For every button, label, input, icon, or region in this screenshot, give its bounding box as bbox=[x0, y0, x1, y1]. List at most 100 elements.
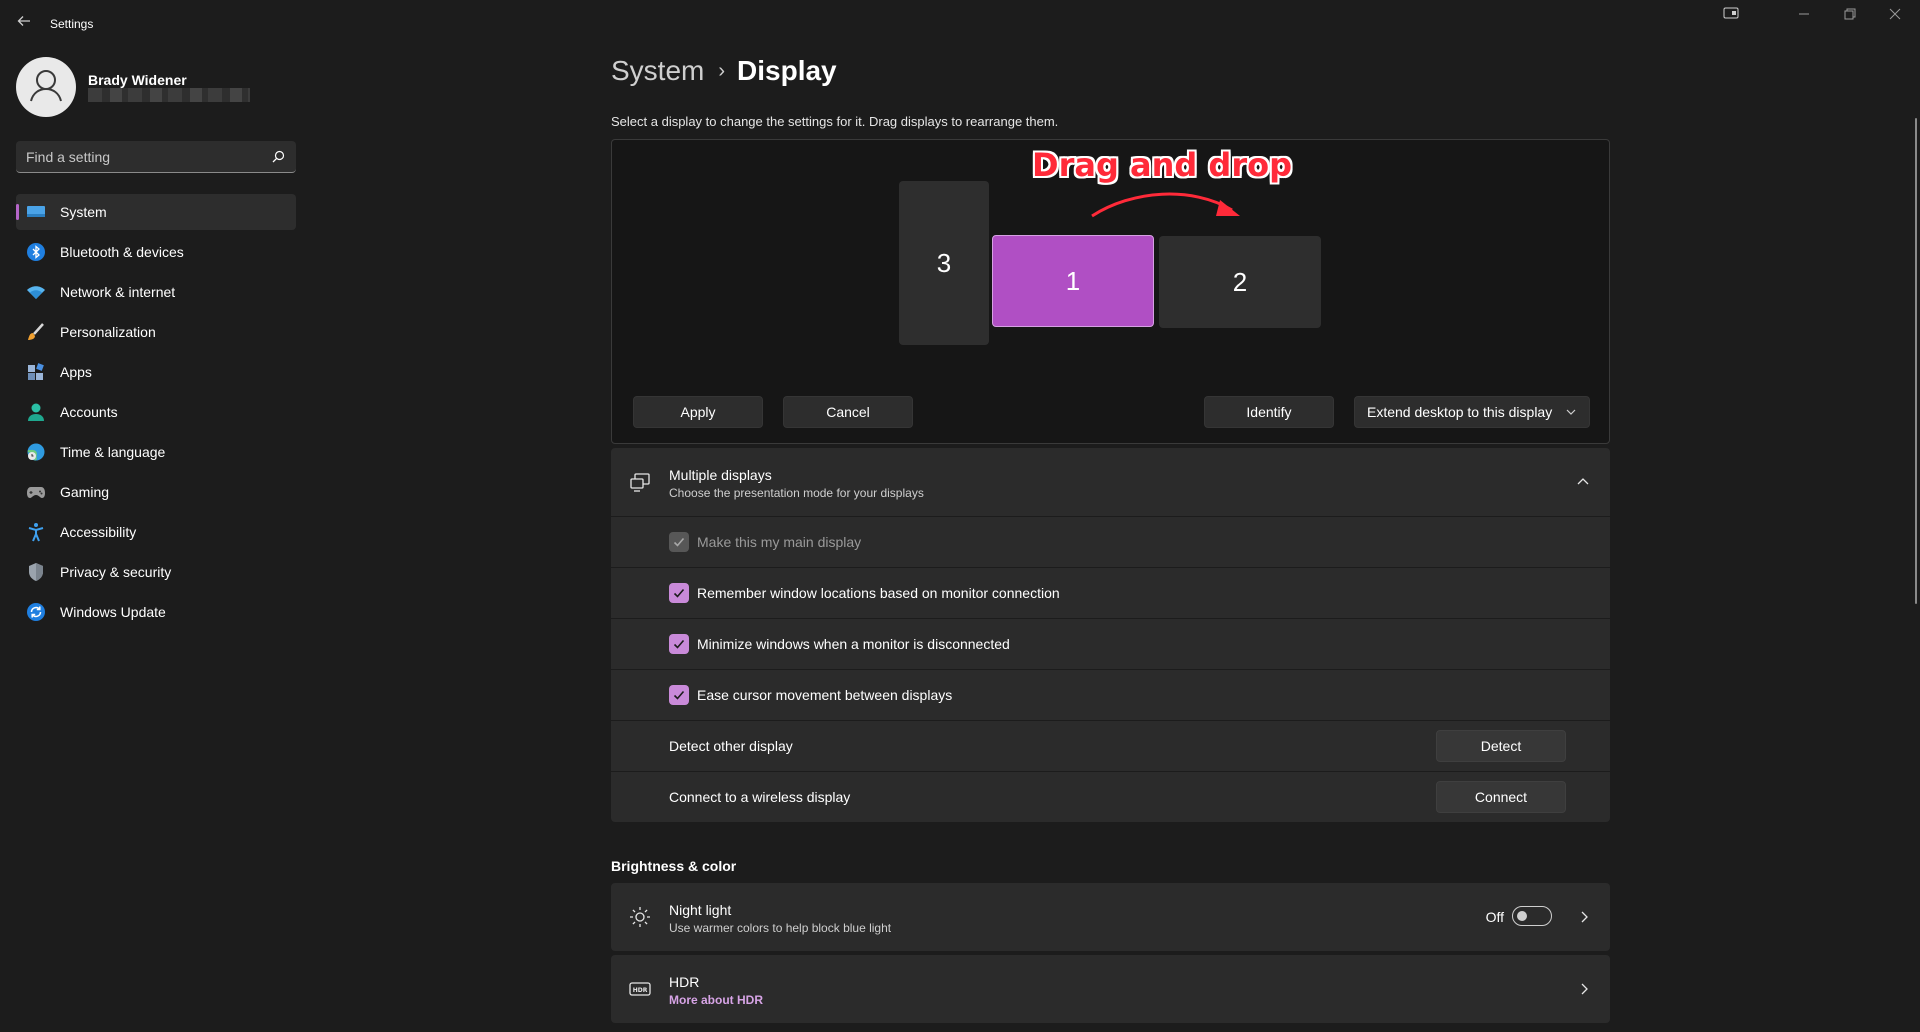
wifi-icon bbox=[26, 282, 46, 302]
sidebar-item-label: Privacy & security bbox=[60, 564, 172, 580]
curved-arrow-icon bbox=[1091, 192, 1240, 218]
chevron-up-icon[interactable] bbox=[1576, 475, 1590, 489]
breadcrumb-parent[interactable]: System bbox=[611, 55, 704, 86]
sidebar-item-label: Personalization bbox=[60, 324, 156, 340]
checkmark-icon bbox=[673, 639, 685, 649]
remember-locations-checkbox[interactable] bbox=[669, 583, 689, 603]
chevron-right-icon[interactable] bbox=[1578, 982, 1590, 996]
monitor-1[interactable]: 1 bbox=[992, 235, 1154, 327]
option-label: Ease cursor movement between displays bbox=[697, 687, 953, 703]
snap-layout-icon[interactable] bbox=[1716, 6, 1746, 26]
checkmark-icon bbox=[673, 537, 685, 547]
brush-icon bbox=[26, 322, 46, 342]
page-title: Display bbox=[737, 55, 837, 86]
identify-button[interactable]: Identify bbox=[1204, 396, 1334, 428]
search-input[interactable] bbox=[26, 149, 256, 165]
sidebar-item-label: Time & language bbox=[60, 444, 166, 460]
hdr-title: HDR bbox=[669, 974, 700, 990]
sidebar-item-accounts[interactable]: Accounts bbox=[16, 394, 296, 430]
chevron-right-icon: › bbox=[718, 60, 726, 82]
sidebar: Brady Widener System Bluetooth & devices… bbox=[0, 48, 310, 1032]
detect-button[interactable]: Detect bbox=[1436, 730, 1566, 762]
monitor-3[interactable]: 3 bbox=[899, 181, 989, 345]
sidebar-item-apps[interactable]: Apps bbox=[16, 354, 296, 390]
option-label: Make this my main display bbox=[697, 534, 862, 550]
chevron-down-icon bbox=[1565, 397, 1577, 427]
cancel-button[interactable]: Cancel bbox=[783, 396, 913, 428]
option-remember-window-locations[interactable]: Remember window locations based on monit… bbox=[611, 568, 1610, 618]
multiple-displays-subtitle: Choose the presentation mode for your di… bbox=[669, 486, 924, 500]
apps-icon bbox=[26, 362, 46, 382]
person-icon bbox=[26, 402, 46, 422]
gamepad-icon bbox=[26, 482, 46, 502]
sidebar-item-accessibility[interactable]: Accessibility bbox=[16, 514, 296, 550]
checkmark-icon bbox=[673, 588, 685, 598]
sun-icon bbox=[629, 906, 651, 928]
detect-display-row: Detect other display Detect bbox=[611, 721, 1610, 771]
redacted-email bbox=[88, 88, 250, 102]
bluetooth-icon bbox=[26, 242, 46, 262]
user-name: Brady Widener bbox=[88, 72, 187, 88]
option-ease-cursor[interactable]: Ease cursor movement between displays bbox=[611, 670, 1610, 720]
display-arrangement-panel[interactable]: Drag and drop 3 1 2 Apply Cancel Identif… bbox=[611, 139, 1610, 444]
chevron-right-icon[interactable] bbox=[1578, 910, 1590, 924]
sidebar-item-gaming[interactable]: Gaming bbox=[16, 474, 296, 510]
sidebar-item-label: Bluetooth & devices bbox=[60, 244, 184, 260]
sidebar-item-bluetooth[interactable]: Bluetooth & devices bbox=[16, 234, 296, 270]
apply-button[interactable]: Apply bbox=[633, 396, 763, 428]
main-display-checkbox bbox=[669, 532, 689, 552]
option-minimize-windows[interactable]: Minimize windows when a monitor is disco… bbox=[611, 619, 1610, 669]
night-light-subtitle: Use warmer colors to help block blue lig… bbox=[669, 921, 892, 935]
monitor-2[interactable]: 2 bbox=[1159, 236, 1321, 328]
option-label: Minimize windows when a monitor is disco… bbox=[697, 636, 1010, 652]
more-about-hdr-link[interactable]: More about HDR bbox=[669, 993, 763, 1007]
wireless-display-row: Connect to a wireless display Connect bbox=[611, 772, 1610, 822]
display-mode-value: Extend desktop to this display bbox=[1367, 404, 1553, 420]
hdr-icon: HDR bbox=[629, 978, 651, 1000]
minimize-icon[interactable] bbox=[1789, 6, 1819, 26]
system-display-icon bbox=[26, 202, 46, 222]
sidebar-item-label: Gaming bbox=[60, 484, 110, 500]
sidebar-item-time-language[interactable]: Time & language bbox=[16, 434, 296, 470]
app-title: Settings bbox=[50, 17, 94, 31]
search-icon[interactable] bbox=[270, 149, 286, 165]
sidebar-item-windows-update[interactable]: Windows Update bbox=[16, 594, 296, 630]
multiple-displays-title: Multiple displays bbox=[669, 467, 772, 483]
sync-icon bbox=[26, 602, 46, 622]
night-light-toggle[interactable] bbox=[1512, 906, 1552, 926]
sidebar-item-label: Network & internet bbox=[60, 284, 176, 300]
checkmark-icon bbox=[673, 690, 685, 700]
sidebar-item-label: Apps bbox=[60, 364, 92, 380]
display-mode-dropdown[interactable]: Extend desktop to this display bbox=[1354, 396, 1590, 428]
hdr-card[interactable]: HDR HDR More about HDR bbox=[611, 955, 1610, 1023]
option-main-display: Make this my main display bbox=[611, 517, 1610, 567]
ease-cursor-checkbox[interactable] bbox=[669, 685, 689, 705]
back-arrow-icon[interactable] bbox=[14, 14, 34, 34]
wireless-display-label: Connect to a wireless display bbox=[669, 789, 851, 805]
toggle-knob bbox=[1517, 911, 1527, 921]
night-light-title: Night light bbox=[669, 902, 732, 918]
intro-text: Select a display to change the settings … bbox=[611, 114, 1059, 129]
multiple-displays-header[interactable]: Multiple displays Choose the presentatio… bbox=[611, 448, 1610, 516]
sidebar-item-privacy-security[interactable]: Privacy & security bbox=[16, 554, 296, 590]
connect-button[interactable]: Connect bbox=[1436, 781, 1566, 813]
option-label: Remember window locations based on monit… bbox=[697, 585, 1060, 601]
minimize-windows-checkbox[interactable] bbox=[669, 634, 689, 654]
close-icon[interactable] bbox=[1880, 6, 1910, 26]
brightness-color-heading: Brightness & color bbox=[611, 858, 737, 874]
detect-display-label: Detect other display bbox=[669, 738, 793, 754]
sidebar-item-label: Windows Update bbox=[60, 604, 166, 620]
restore-icon[interactable] bbox=[1835, 6, 1865, 26]
night-light-card[interactable]: Night light Use warmer colors to help bl… bbox=[611, 883, 1610, 951]
sidebar-item-network[interactable]: Network & internet bbox=[16, 274, 296, 310]
sidebar-nav: System Bluetooth & devices Network & int… bbox=[16, 194, 296, 634]
avatar[interactable] bbox=[16, 57, 76, 117]
sidebar-item-label: Accessibility bbox=[60, 524, 137, 540]
svg-text:HDR: HDR bbox=[633, 987, 648, 994]
scrollbar[interactable] bbox=[1915, 118, 1917, 604]
sidebar-item-system[interactable]: System bbox=[16, 194, 296, 230]
search-box[interactable] bbox=[16, 141, 296, 173]
sidebar-item-personalization[interactable]: Personalization bbox=[16, 314, 296, 350]
drag-and-drop-annotation: Drag and drop bbox=[1032, 146, 1292, 184]
globe-clock-icon bbox=[26, 442, 46, 462]
